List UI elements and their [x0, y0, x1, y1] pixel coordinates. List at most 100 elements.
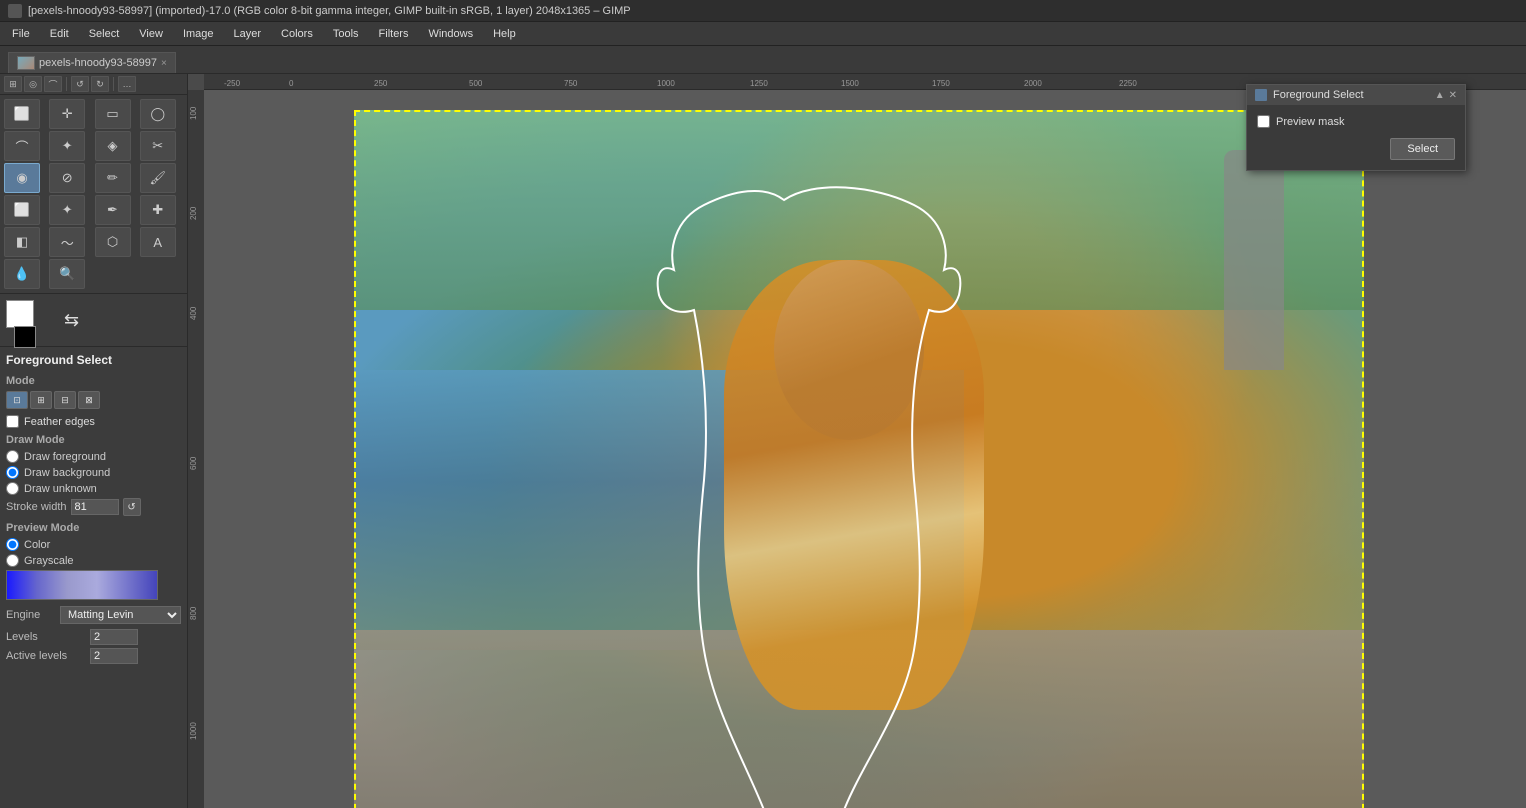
tool-fg-select[interactable]: ◉: [4, 163, 40, 193]
canvas-image[interactable]: [354, 110, 1364, 808]
preview-grayscale-row: Grayscale: [6, 554, 181, 567]
active-levels-input[interactable]: [90, 648, 138, 664]
menu-colors[interactable]: Colors: [273, 26, 321, 42]
preview-color-label: Color: [24, 539, 50, 551]
preview-grayscale-label: Grayscale: [24, 555, 74, 567]
preview-grayscale-radio[interactable]: [6, 554, 19, 567]
dialog-titlebar: Foreground Select ▲ ✕: [1247, 85, 1465, 105]
background-color-swatch[interactable]: [14, 326, 36, 348]
foreground-color-swatch[interactable]: [6, 300, 34, 328]
paths-icon[interactable]: ⌒: [44, 76, 62, 92]
svg-text:200: 200: [189, 206, 198, 220]
tool-clone[interactable]: ◧: [4, 227, 40, 257]
mode-replace[interactable]: ⊡: [6, 391, 28, 409]
dialog-title-text: Foreground Select: [1273, 89, 1364, 101]
main-layout: ⊞ ◎ ⌒ ↺ ↻ … ⬜ ✛ ▭ ◯ ⌒ ✦ ◈ ✂ ◉ ⊘ ✏ 🖌 ⬜ ✦ …: [0, 74, 1526, 808]
tool-zoom[interactable]: 🔍: [49, 259, 85, 289]
menu-layer[interactable]: Layer: [226, 26, 270, 42]
levels-input[interactable]: [90, 629, 138, 645]
menu-file[interactable]: File: [4, 26, 38, 42]
mode-section-label: Mode: [6, 375, 181, 387]
stroke-width-input[interactable]: [71, 499, 119, 515]
color-preview-strip: [6, 570, 158, 600]
svg-text:800: 800: [189, 606, 198, 620]
active-levels-row: Active levels: [6, 648, 181, 664]
mode-intersect[interactable]: ⊠: [78, 391, 100, 409]
menu-image[interactable]: Image: [175, 26, 222, 42]
preview-color-radio[interactable]: [6, 538, 19, 551]
tab-thumbnail: [17, 56, 35, 70]
select-button[interactable]: Select: [1390, 138, 1455, 160]
draw-background-row: Draw background: [6, 466, 181, 479]
tool-paint[interactable]: 🖌: [140, 163, 176, 193]
layers-icon[interactable]: ⊞: [4, 76, 22, 92]
tab-close-button[interactable]: ×: [161, 58, 167, 69]
menu-select[interactable]: Select: [81, 26, 128, 42]
active-levels-label: Active levels: [6, 650, 86, 662]
tool-text[interactable]: A: [140, 227, 176, 257]
tool-ellipse[interactable]: ◯: [140, 99, 176, 129]
tool-color-select[interactable]: ◈: [95, 131, 131, 161]
tool-ink[interactable]: ✒: [95, 195, 131, 225]
svg-text:-250: -250: [224, 79, 241, 88]
toolbox-icon-row: ⊞ ◎ ⌒ ↺ ↻ …: [0, 74, 187, 95]
preview-mask-checkbox[interactable]: [1257, 115, 1270, 128]
menu-tools[interactable]: Tools: [325, 26, 367, 42]
dialog-minimize-button[interactable]: ▲: [1435, 90, 1445, 101]
draw-mode-label: Draw Mode: [6, 434, 181, 446]
tool-fuzzy[interactable]: ✦: [49, 131, 85, 161]
canvas-area: -250 0 250 500 750 1000 1250 1500 1750 2…: [188, 74, 1526, 808]
stroke-width-row: Stroke width ↺: [6, 498, 181, 516]
more-icon[interactable]: …: [118, 76, 136, 92]
preview-color-row: Color: [6, 538, 181, 551]
tool-paths[interactable]: ⊘: [49, 163, 85, 193]
channels-icon[interactable]: ◎: [24, 76, 42, 92]
image-tab[interactable]: pexels-hnoody93-58997 ×: [8, 52, 176, 73]
mode-buttons-group: ⊡ ⊞ ⊟ ⊠: [6, 391, 181, 409]
svg-text:2250: 2250: [1119, 79, 1137, 88]
tool-scissors[interactable]: ✂: [140, 131, 176, 161]
draw-background-radio[interactable]: [6, 466, 19, 479]
mode-subtract[interactable]: ⊟: [54, 391, 76, 409]
redo-icon[interactable]: ↻: [91, 76, 109, 92]
tool-perspective[interactable]: ⬡: [95, 227, 131, 257]
feather-edges-checkbox[interactable]: [6, 415, 19, 428]
menu-edit[interactable]: Edit: [42, 26, 77, 42]
dialog-close-button[interactable]: ✕: [1449, 90, 1457, 101]
svg-text:1250: 1250: [750, 79, 768, 88]
svg-text:1000: 1000: [189, 722, 198, 740]
draw-foreground-radio[interactable]: [6, 450, 19, 463]
tool-pencil[interactable]: ✏: [95, 163, 131, 193]
svg-text:0: 0: [289, 79, 294, 88]
tool-new[interactable]: ⬜: [4, 99, 40, 129]
menu-windows[interactable]: Windows: [420, 26, 481, 42]
svg-text:400: 400: [189, 306, 198, 320]
tool-move[interactable]: ✛: [49, 99, 85, 129]
tool-heal[interactable]: ✚: [140, 195, 176, 225]
tool-icons-grid: ⬜ ✛ ▭ ◯ ⌒ ✦ ◈ ✂ ◉ ⊘ ✏ 🖌 ⬜ ✦ ✒ ✚ ◧ 〜 ⬡ A …: [0, 95, 187, 294]
tool-color-picker[interactable]: 💧: [4, 259, 40, 289]
draw-unknown-radio[interactable]: [6, 482, 19, 495]
image-canvas-container[interactable]: [204, 90, 1526, 808]
tool-rect[interactable]: ▭: [95, 99, 131, 129]
svg-text:2000: 2000: [1024, 79, 1042, 88]
menu-help[interactable]: Help: [485, 26, 524, 42]
foreground-select-dialog: Foreground Select ▲ ✕ Preview mask Selec…: [1246, 84, 1466, 171]
mode-add[interactable]: ⊞: [30, 391, 52, 409]
menu-filters[interactable]: Filters: [371, 26, 417, 42]
vertical-ruler: 100 200 400 600 800 1000: [188, 90, 204, 808]
dialog-icon: [1255, 89, 1267, 101]
tool-smudge[interactable]: 〜: [49, 227, 85, 257]
stroke-width-label: Stroke width: [6, 501, 67, 513]
menu-view[interactable]: View: [131, 26, 171, 42]
engine-select[interactable]: Matting Levin: [60, 606, 181, 624]
tool-free[interactable]: ⌒: [4, 131, 40, 161]
draw-unknown-label: Draw unknown: [24, 483, 97, 495]
undo-icon[interactable]: ↺: [71, 76, 89, 92]
dialog-controls: ▲ ✕: [1435, 90, 1457, 101]
swap-colors-icon[interactable]: ⇆: [64, 310, 79, 331]
tool-erase[interactable]: ⬜: [4, 195, 40, 225]
tool-airbrush[interactable]: ✦: [49, 195, 85, 225]
tab-bar: pexels-hnoody93-58997 ×: [0, 46, 1526, 74]
stroke-reset-button[interactable]: ↺: [123, 498, 141, 516]
